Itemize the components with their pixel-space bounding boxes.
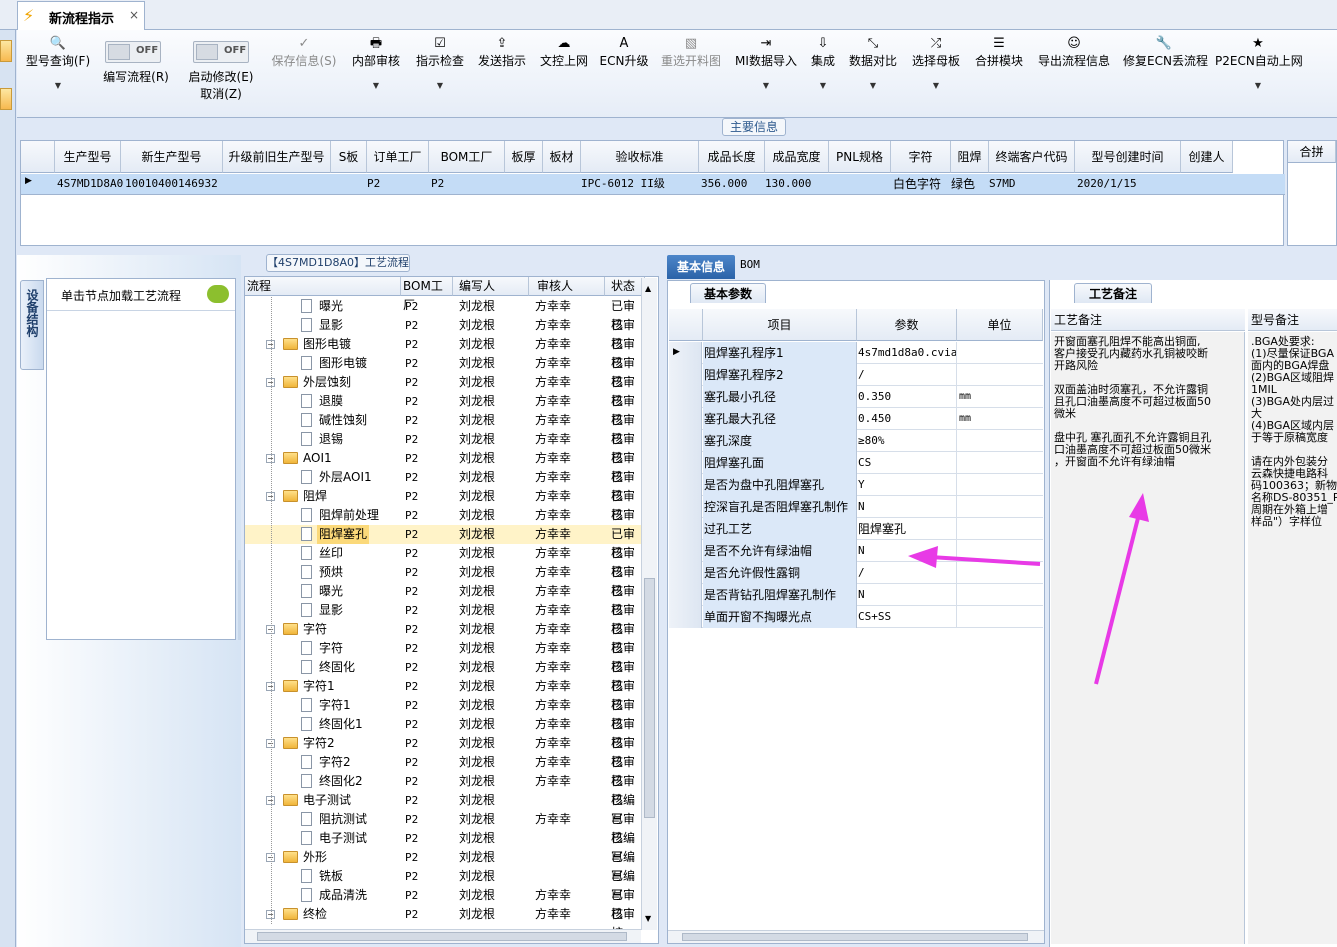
annotation-arrow-up bbox=[1094, 493, 1149, 685]
annotation-arrow-left bbox=[908, 546, 1041, 568]
annotation-arrows bbox=[908, 493, 1149, 685]
